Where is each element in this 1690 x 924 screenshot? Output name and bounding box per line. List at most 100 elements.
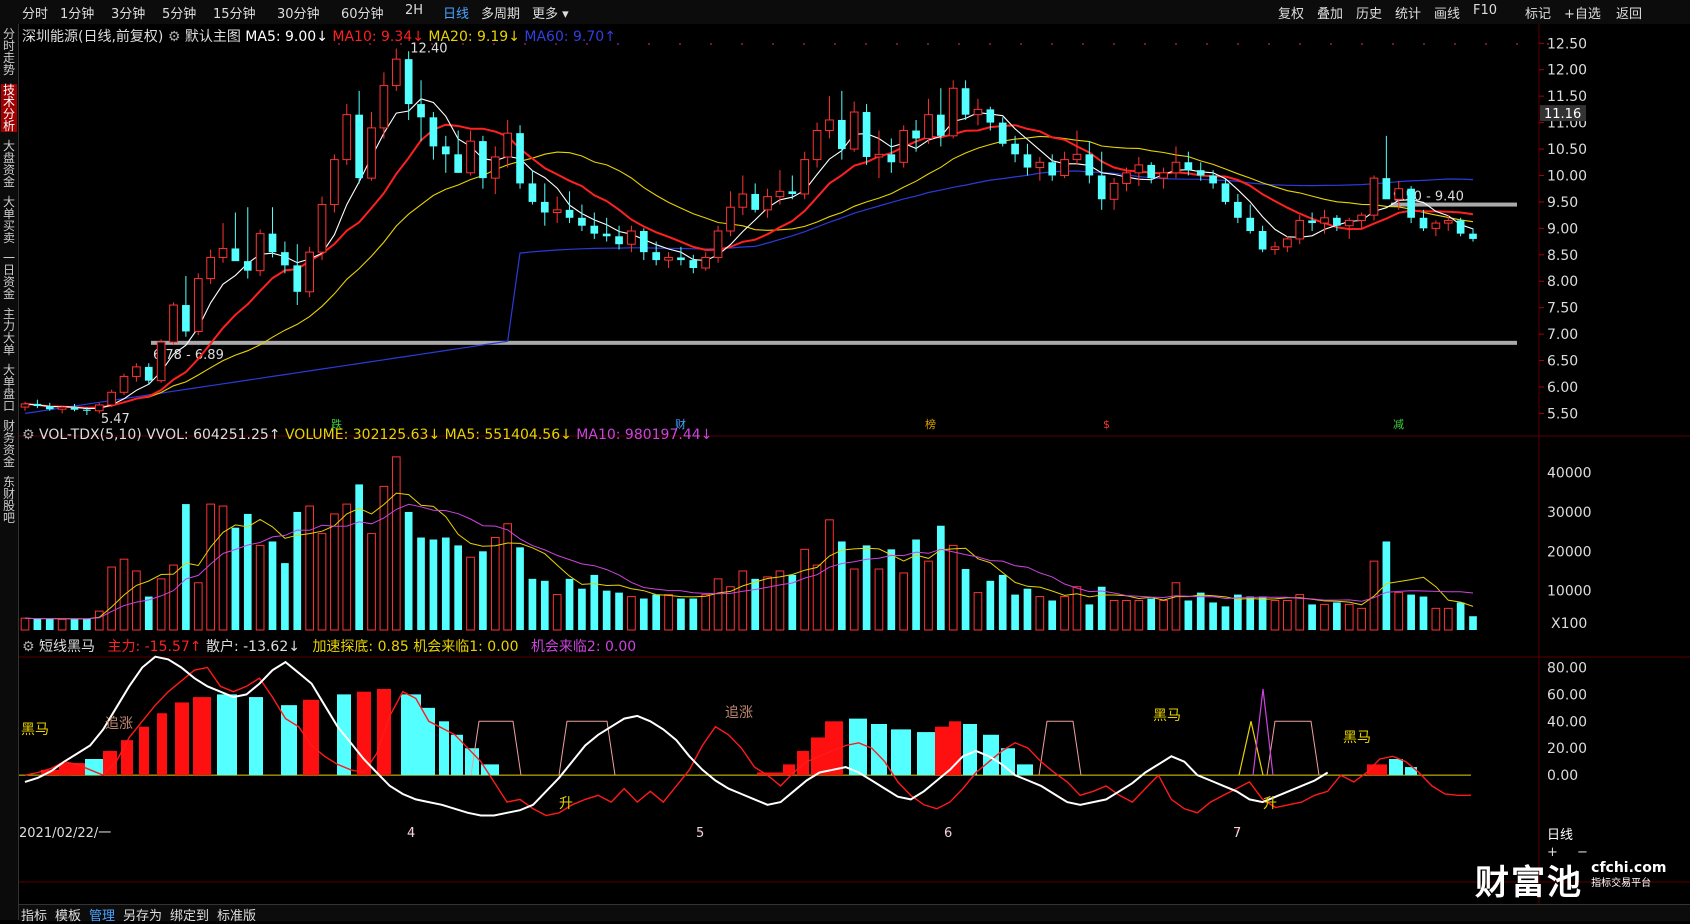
- candle[interactable]: [169, 302, 178, 345]
- volume-bar[interactable]: [664, 594, 673, 631]
- volume-bar[interactable]: [899, 572, 909, 631]
- volume-bar[interactable]: [1258, 596, 1267, 630]
- candle[interactable]: [1369, 175, 1379, 221]
- volume-bar[interactable]: [961, 569, 970, 630]
- volume-bar[interactable]: [1344, 603, 1354, 631]
- volume-bar[interactable]: [516, 547, 524, 630]
- volume-bar[interactable]: [1469, 616, 1477, 630]
- volume-bar[interactable]: [132, 570, 141, 631]
- volume-bar[interactable]: [1419, 596, 1428, 630]
- volume-bar[interactable]: [738, 570, 748, 631]
- period-tab[interactable]: 5分钟: [162, 3, 196, 22]
- volume-bar[interactable]: [193, 582, 203, 631]
- period-tab[interactable]: 分时: [22, 3, 48, 22]
- left-nav-tab[interactable]: 主力大单: [1, 308, 17, 356]
- candle[interactable]: [317, 196, 327, 261]
- candle[interactable]: [305, 246, 314, 298]
- volume-bar[interactable]: [57, 618, 67, 631]
- volume-bar[interactable]: [1443, 607, 1453, 631]
- volume-bar[interactable]: [775, 570, 785, 631]
- volume-bar[interactable]: [800, 548, 810, 631]
- toolbar-button[interactable]: +自选: [1564, 3, 1601, 22]
- volume-bar[interactable]: [169, 564, 178, 631]
- volume-bar[interactable]: [1308, 604, 1316, 630]
- volume-bar[interactable]: [652, 594, 661, 630]
- volume-bar[interactable]: [1159, 599, 1168, 631]
- candle[interactable]: [713, 225, 723, 263]
- indicator-toolbar-button[interactable]: 模板: [55, 905, 81, 924]
- volume-bar[interactable]: [639, 598, 648, 630]
- volume-bar[interactable]: [367, 533, 376, 631]
- gear-icon[interactable]: ⚙: [22, 427, 35, 443]
- volume-bar[interactable]: [182, 504, 190, 630]
- candle[interactable]: [899, 125, 909, 168]
- candle[interactable]: [516, 125, 524, 189]
- volume-bar[interactable]: [317, 533, 327, 631]
- candle[interactable]: [107, 389, 116, 408]
- volume-bar[interactable]: [404, 511, 413, 630]
- chart-area[interactable]: 6.78 - 6.899.50 - 9.4012.405.47 跌财榜 $ 减12.5…: [19, 24, 1690, 904]
- volume-bar[interactable]: [1023, 588, 1032, 630]
- volume-bar[interactable]: [973, 592, 983, 631]
- volume-bar[interactable]: [330, 513, 339, 631]
- volume-bar[interactable]: [1246, 596, 1255, 630]
- left-nav-tab[interactable]: 大单买卖: [1, 196, 17, 244]
- volume-bar[interactable]: [825, 519, 834, 631]
- volume-bar[interactable]: [156, 578, 166, 631]
- volume-bar[interactable]: [887, 549, 896, 630]
- period-tab[interactable]: 1分钟: [60, 3, 94, 22]
- volume-bar[interactable]: [94, 610, 104, 631]
- left-nav-tab[interactable]: 东财股吧: [1, 476, 17, 524]
- indicator-name[interactable]: 短线黑马: [39, 639, 95, 655]
- volume-bar[interactable]: [837, 541, 846, 630]
- left-nav-tab[interactable]: 大单盘口: [1, 364, 17, 412]
- volume-indicator-name[interactable]: VOL-TDX(5,10): [39, 427, 142, 443]
- volume-bar[interactable]: [1209, 602, 1217, 630]
- period-tab[interactable]: 15分钟: [213, 3, 256, 22]
- volume-bar[interactable]: [268, 541, 277, 630]
- left-nav-tab[interactable]: 技术分析: [1, 84, 17, 132]
- volume-bar[interactable]: [1283, 599, 1292, 631]
- volume-bar[interactable]: [1394, 592, 1404, 631]
- volume-bar[interactable]: [391, 456, 401, 631]
- volume-bar[interactable]: [479, 551, 487, 630]
- volume-bar[interactable]: [849, 568, 859, 631]
- volume-bar[interactable]: [379, 485, 389, 631]
- toolbar-button[interactable]: 返回: [1616, 3, 1642, 22]
- stock-name[interactable]: 深圳能源(日线,前复权): [22, 29, 163, 45]
- volume-bar[interactable]: [924, 560, 933, 631]
- left-nav-tab[interactable]: 一日资金: [1, 252, 17, 300]
- candle[interactable]: [1456, 217, 1465, 237]
- volume-bar[interactable]: [417, 537, 425, 630]
- volume-bar[interactable]: [1320, 603, 1329, 631]
- period-tab[interactable]: 30分钟: [277, 3, 320, 22]
- toolbar-button[interactable]: 复权: [1278, 3, 1304, 22]
- indicator-toolbar-button[interactable]: 标准版: [217, 905, 256, 924]
- volume-bar[interactable]: [1060, 596, 1069, 631]
- volume-bar[interactable]: [627, 596, 636, 631]
- volume-bar[interactable]: [70, 618, 79, 630]
- volume-bar[interactable]: [528, 578, 537, 630]
- candle[interactable]: [948, 80, 958, 139]
- toolbar-button[interactable]: 标记: [1525, 3, 1551, 22]
- volume-bar[interactable]: [243, 513, 252, 630]
- volume-bar[interactable]: [1357, 607, 1366, 631]
- indicator-toolbar-button[interactable]: 绑定到: [170, 905, 209, 924]
- volume-bar[interactable]: [1011, 594, 1019, 630]
- volume-bar[interactable]: [1270, 599, 1280, 631]
- volume-bar[interactable]: [231, 527, 240, 630]
- volume-bar[interactable]: [565, 578, 574, 630]
- volume-bar[interactable]: [862, 545, 871, 630]
- volume-bar[interactable]: [20, 617, 30, 631]
- event-marker[interactable]: 榜: [925, 417, 936, 431]
- volume-bar[interactable]: [615, 592, 623, 630]
- volume-bar[interactable]: [1134, 599, 1144, 631]
- volume-bar[interactable]: [1097, 586, 1106, 630]
- volume-bar[interactable]: [1085, 604, 1094, 630]
- indicator-toolbar-button[interactable]: 另存为: [123, 905, 162, 924]
- volume-bar[interactable]: [454, 545, 462, 630]
- event-marker[interactable]: 减: [1393, 418, 1404, 431]
- volume-bar[interactable]: [1122, 599, 1131, 631]
- volume-bar[interactable]: [218, 505, 228, 631]
- volume-bar[interactable]: [948, 544, 958, 631]
